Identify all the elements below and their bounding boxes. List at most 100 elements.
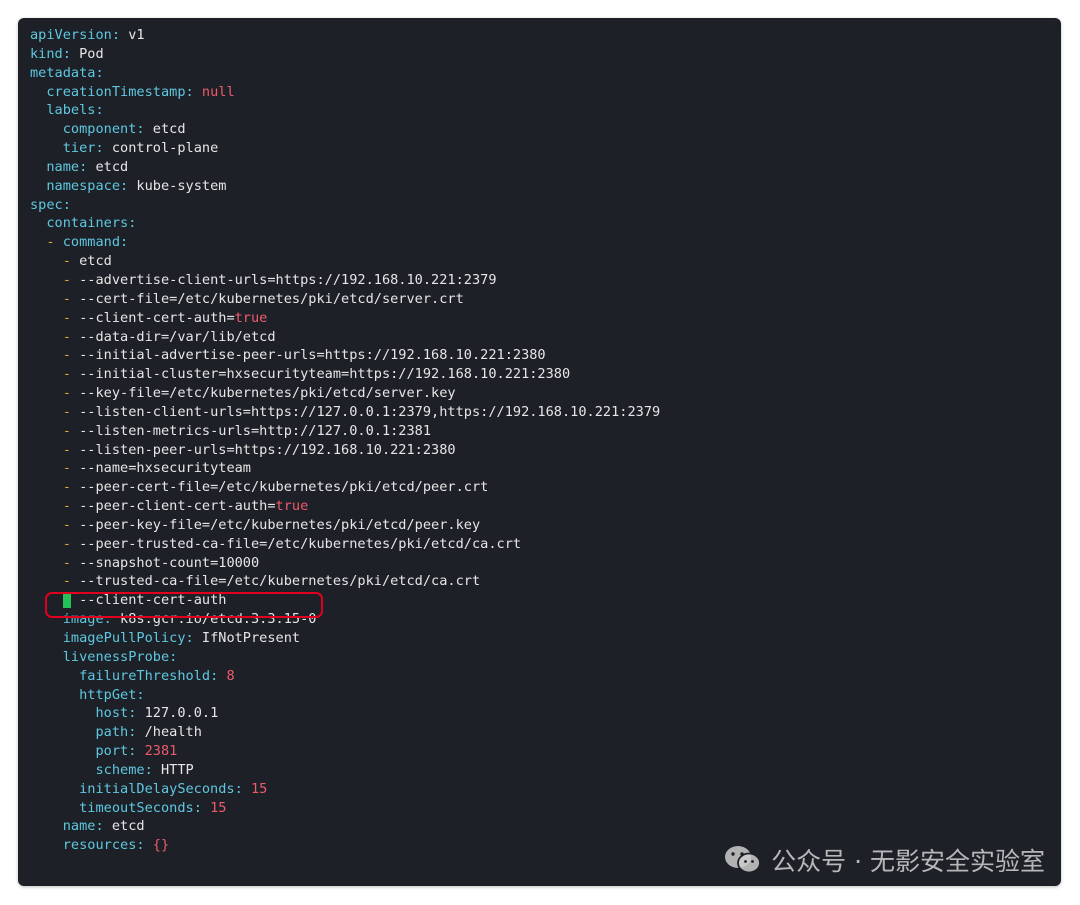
code-line: - --key-file=/etc/kubernetes/pki/etcd/se…	[30, 384, 660, 403]
yaml-key: host	[95, 705, 129, 722]
yaml-key: component	[62, 121, 137, 138]
list-dash: -	[62, 460, 71, 477]
code-line: - --snapshot-count=10000	[30, 554, 660, 573]
watermark-text: 公众号 · 无影安全实验室	[771, 847, 1045, 876]
yaml-value: --listen-peer-urls=https://192.168.10.22…	[79, 441, 456, 458]
yaml-value: etcd	[152, 121, 186, 138]
yaml-colon: :	[128, 724, 137, 741]
list-dash: -	[62, 328, 71, 345]
yaml-colon: :	[120, 177, 129, 194]
code-line: scheme: HTTP	[30, 761, 660, 780]
yaml-value: etcd	[95, 158, 129, 175]
code-line: imagePullPolicy: IfNotPresent	[30, 629, 660, 648]
yaml-value: /health	[144, 724, 202, 741]
code-line: - --peer-client-cert-auth=true	[30, 497, 660, 516]
yaml-colon: :	[95, 140, 104, 157]
yaml-key: labels	[46, 102, 96, 119]
code-line: apiVersion: v1	[30, 26, 660, 45]
code-line: resources: {}	[30, 836, 660, 855]
yaml-colon: :	[144, 761, 153, 778]
code-line: name: etcd	[30, 158, 660, 177]
yaml-key: timeoutSeconds	[79, 799, 194, 816]
yaml-value: 8	[226, 667, 235, 684]
yaml-colon: :	[62, 196, 71, 213]
code-line: spec:	[30, 196, 660, 215]
yaml-key: name	[46, 158, 80, 175]
code-line: - --client-cert-auth=true	[30, 309, 660, 328]
code-line: image: k8s.gcr.io/etcd:3.3.15-0	[30, 610, 660, 629]
yaml-colon: :	[128, 215, 137, 232]
code-line: - --peer-cert-file=/etc/kubernetes/pki/e…	[30, 478, 660, 497]
code-line: - --name=hxsecurityteam	[30, 459, 660, 478]
yaml-value: 2381	[144, 743, 178, 760]
yaml-literal: true	[234, 309, 268, 326]
yaml-value: --client-cert-auth=	[79, 309, 235, 326]
list-dash: -	[62, 385, 71, 402]
list-dash: -	[62, 403, 71, 420]
yaml-key: metadata	[30, 64, 96, 81]
yaml-value: --client-cert-auth	[79, 592, 227, 609]
yaml-value: --listen-metrics-urls=http://127.0.0.1:2…	[79, 422, 432, 439]
yaml-key: creationTimestamp	[46, 83, 186, 100]
code-line: creationTimestamp: null	[30, 83, 660, 102]
yaml-value: etcd	[79, 253, 112, 270]
yaml-colon: :	[136, 837, 145, 854]
code-line: httpGet:	[30, 686, 660, 705]
code-line: - --listen-metrics-urls=http://127.0.0.1…	[30, 422, 660, 441]
code-line: - --listen-client-urls=https://127.0.0.1…	[30, 403, 660, 422]
yaml-colon: :	[136, 121, 145, 138]
list-dash: -	[62, 554, 71, 571]
code-line: - --peer-trusted-ca-file=/etc/kubernetes…	[30, 535, 660, 554]
yaml-value: --trusted-ca-file=/etc/kubernetes/pki/et…	[79, 573, 481, 590]
code-line: component: etcd	[30, 120, 660, 139]
code-line: metadata:	[30, 64, 660, 83]
yaml-value: k8s.gcr.io/etcd:3.3.15-0	[120, 611, 317, 628]
terminal-window: apiVersion: v1 kind: Pod metadata: creatio…	[18, 18, 1061, 886]
yaml-key: imagePullPolicy	[62, 630, 186, 646]
yaml-colon: :	[185, 83, 194, 100]
yaml-value: 15	[210, 799, 227, 816]
yaml-value: 15	[250, 780, 268, 797]
list-dash: -	[62, 573, 71, 590]
list-dash: -	[62, 479, 71, 496]
yaml-colon: :	[79, 158, 88, 175]
list-dash: -	[62, 441, 71, 458]
list-dash: -	[62, 290, 71, 307]
code-line: - etcd	[30, 252, 660, 271]
yaml-value: --peer-trusted-ca-file=/etc/kubernetes/p…	[79, 535, 522, 552]
yaml-colon: :	[193, 799, 202, 816]
yaml-value: --data-dir=/var/lib/etcd	[79, 328, 276, 345]
code-line: namespace: kube-system	[30, 177, 660, 196]
yaml-key: name	[62, 818, 96, 835]
yaml-value: IfNotPresent	[201, 630, 301, 646]
yaml-key: containers	[46, 215, 129, 232]
code-line: - --advertise-client-urls=https://192.16…	[30, 271, 660, 290]
yaml-key: port	[95, 743, 129, 760]
yaml-colon: :	[111, 27, 121, 43]
yaml-colon: :	[185, 630, 194, 646]
yaml-key: apiVersion	[30, 27, 112, 43]
yaml-value: null	[201, 83, 235, 100]
text-cursor: -	[62, 592, 71, 609]
code-line: path: /health	[30, 723, 660, 742]
yaml-colon: :	[169, 648, 178, 665]
code-line: labels:	[30, 101, 660, 120]
yaml-key: initialDelaySeconds	[79, 780, 235, 797]
yaml-value: --peer-client-cert-auth=	[79, 498, 276, 515]
list-dash: -	[62, 253, 71, 270]
yaml-key: livenessProbe	[62, 648, 170, 665]
yaml-value: --initial-cluster=hxsecurityteam=https:/…	[79, 366, 571, 383]
code-line: timeoutSeconds: 15	[30, 799, 660, 818]
list-dash: -	[62, 366, 71, 383]
list-dash: -	[62, 498, 71, 515]
yaml-colon: :	[210, 667, 219, 684]
yaml-code-view: apiVersion: v1 kind: Pod metadata: creatio…	[30, 26, 660, 855]
list-dash: -	[62, 422, 71, 439]
watermark: 公众号 · 无影安全实验室	[723, 842, 1045, 878]
yaml-value: {}	[152, 837, 170, 854]
yaml-value: --listen-client-urls=https://127.0.0.1:2…	[79, 403, 661, 420]
yaml-key: kind	[30, 45, 63, 62]
yaml-key: namespace	[46, 177, 121, 194]
yaml-colon: :	[128, 743, 137, 760]
code-line: - --trusted-ca-file=/etc/kubernetes/pki/…	[30, 572, 660, 591]
